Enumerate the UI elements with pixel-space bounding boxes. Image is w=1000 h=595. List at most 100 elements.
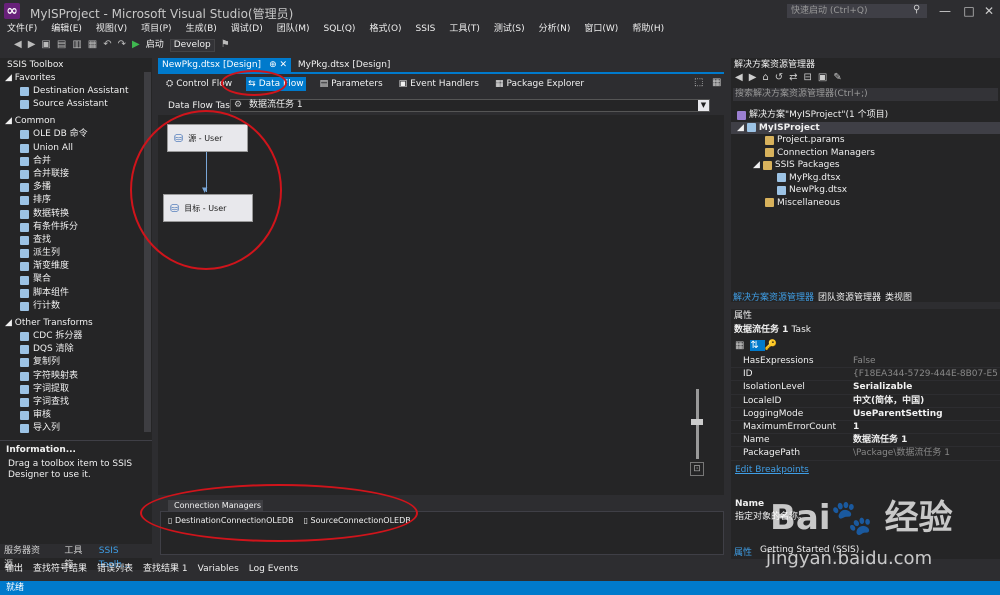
back-icon[interactable]: ◀ xyxy=(14,37,22,53)
quick-launch-input[interactable]: 快速启动 (Ctrl+Q) xyxy=(787,4,927,18)
property-row[interactable]: ID {F18EA344-5729-444E-8B07-E5 xyxy=(731,368,1000,382)
tree-miscellaneous[interactable]: Miscellaneous xyxy=(731,197,1000,210)
toolbox-item[interactable]: 有条件拆分 xyxy=(0,221,152,234)
connection-managers-tab[interactable]: Connection Managers xyxy=(168,500,263,511)
tab-error-list[interactable]: 错误列表 xyxy=(92,562,138,576)
toolbox-item[interactable]: 审核 xyxy=(0,409,152,422)
menu-window[interactable]: 窗口(W) xyxy=(577,22,625,36)
toolbox-item[interactable]: 数据转换 xyxy=(0,208,152,221)
menu-analyze[interactable]: 分析(N) xyxy=(532,22,578,36)
close-button[interactable]: ✕ xyxy=(975,2,1000,20)
property-row[interactable]: MaximumErrorCount 1 xyxy=(731,420,1000,435)
toolbox-item[interactable]: Source Assistant xyxy=(0,98,152,111)
tab-data-flow[interactable]: ⇆ Data Flow xyxy=(246,76,306,91)
configuration-dropdown[interactable]: Develop xyxy=(169,38,215,52)
tab-properties[interactable]: 属性 xyxy=(731,545,752,558)
forward-icon[interactable]: ▶ xyxy=(28,37,36,53)
tab-control-flow[interactable]: ⛭ Control Flow xyxy=(164,77,234,91)
menu-debug[interactable]: 调试(D) xyxy=(224,22,270,36)
design-surface[interactable] xyxy=(158,115,724,495)
fit-view-icon[interactable]: ⊡ xyxy=(690,462,704,476)
toolbox-group-favorites[interactable]: ◢ Favorites xyxy=(0,72,152,85)
menu-test[interactable]: 测试(S) xyxy=(487,22,532,36)
toolbox-item[interactable]: CDC 拆分器 xyxy=(0,330,152,343)
toolbox-item[interactable]: 派生列 xyxy=(0,247,152,260)
menu-view[interactable]: 视图(V) xyxy=(89,22,134,36)
toolbox-item[interactable]: 排序 xyxy=(0,194,152,207)
tree-project-params[interactable]: Project.params xyxy=(731,134,1000,147)
tab-log-events[interactable]: Log Events xyxy=(244,562,303,576)
property-row[interactable]: LocaleID 中文(简体，中国) xyxy=(731,394,1000,408)
search-icon[interactable]: ⚲ xyxy=(913,4,920,15)
zoom-slider-thumb[interactable] xyxy=(691,419,703,425)
toolbox-item[interactable]: 多播 xyxy=(0,181,152,194)
sort-icon[interactable]: ⇅ xyxy=(750,340,765,351)
tab-output[interactable]: 输出 xyxy=(0,562,28,576)
tab-package-explorer[interactable]: ▦ Package Explorer xyxy=(493,77,586,91)
toolbar-extra-icon[interactable]: ⚑ xyxy=(221,37,230,53)
menu-tools[interactable]: 工具(T) xyxy=(442,22,487,36)
doc-tab-newpkg[interactable]: NewPkg.dtsx [Design] xyxy=(158,58,266,72)
tab-server-explorer[interactable]: 服务器资源... xyxy=(0,544,60,570)
zoom-icon[interactable]: ⬚ xyxy=(694,77,703,88)
menu-file[interactable]: 文件(F) xyxy=(0,22,44,36)
toolbox-group-other[interactable]: ◢ Other Transforms xyxy=(0,317,152,330)
save-all-icon[interactable]: ▦ xyxy=(88,37,97,53)
menu-edit[interactable]: 编辑(E) xyxy=(44,22,89,36)
properties-object-selector[interactable]: 数据流任务 1 Task xyxy=(731,323,1000,337)
tree-solution-root[interactable]: 解决方案"MyISProject"(1 个项目) xyxy=(731,109,1000,122)
tab-toolbox[interactable]: 工具箱 xyxy=(60,544,94,570)
toolbox-item[interactable]: OLE DB 命令 xyxy=(0,128,152,141)
tree-connection-managers[interactable]: Connection Managers xyxy=(731,147,1000,160)
properties-toolbar[interactable]: ▦⇅🔑 xyxy=(731,337,1000,355)
connection-item-destination[interactable]: ▯ DestinationConnectionOLEDB xyxy=(168,516,294,525)
start-icon[interactable]: ▶ xyxy=(132,37,140,53)
toolbox-item[interactable]: 复制列 xyxy=(0,356,152,369)
solution-toolbar-icons[interactable]: ◀▶⌂↺⇄⊟▣✎ xyxy=(731,72,1000,86)
toolbox-item[interactable]: 字符映射表 xyxy=(0,370,152,383)
undo-icon[interactable]: ↶ xyxy=(103,37,111,53)
source-node[interactable]: ⛁ 源 - User xyxy=(167,124,248,152)
chevron-down-icon[interactable]: ▼ xyxy=(698,100,709,111)
toolbox-item[interactable]: 导入列 xyxy=(0,422,152,435)
tab-find-results[interactable]: 查找结果 1 xyxy=(138,562,193,576)
tab-event-handlers[interactable]: ▣ Event Handlers xyxy=(397,77,481,91)
toolbox-item[interactable]: 行计数 xyxy=(0,300,152,313)
connection-item-source[interactable]: ▯ SourceConnectionOLEDB xyxy=(304,516,411,525)
menu-sql[interactable]: SQL(Q) xyxy=(317,22,363,36)
destination-node[interactable]: ⛁ 目标 - User xyxy=(163,194,253,222)
doc-tab-mypkg[interactable]: MyPkg.dtsx [Design] xyxy=(294,58,395,72)
toolbox-item[interactable]: 合并 xyxy=(0,155,152,168)
property-row[interactable]: Name 数据流任务 1 xyxy=(731,434,1000,448)
data-flow-task-select[interactable]: 数据流任务 1 xyxy=(230,99,710,112)
pin-icon[interactable]: ⊕ ✕ xyxy=(265,58,292,72)
toolbox-item[interactable]: 字词提取 xyxy=(0,383,152,396)
solution-search-input[interactable]: 搜索解决方案资源管理器(Ctrl+;) xyxy=(733,88,998,101)
toolbox-item[interactable]: 脚本组件 xyxy=(0,287,152,300)
edit-breakpoints-link[interactable]: Edit Breakpoints xyxy=(731,461,1000,479)
toolbox-item[interactable]: Destination Assistant xyxy=(0,85,152,98)
menu-ssis[interactable]: SSIS xyxy=(409,22,443,36)
toolbox-item[interactable]: DQS 清除 xyxy=(0,343,152,356)
menu-build[interactable]: 生成(B) xyxy=(179,22,224,36)
property-row[interactable]: PackagePath \Package\数据流任务 1 xyxy=(731,447,1000,461)
property-row[interactable]: HasExpressions False xyxy=(731,355,1000,369)
save-icon[interactable]: ▥ xyxy=(72,37,81,53)
tab-team-explorer[interactable]: 团队资源管理器 xyxy=(818,290,881,303)
tab-class-view[interactable]: 类视图 xyxy=(885,290,912,303)
tree-mypkg[interactable]: MyPkg.dtsx xyxy=(731,172,1000,185)
new-project-icon[interactable]: ▣ xyxy=(41,37,50,53)
toolbox-item[interactable]: 合并联接 xyxy=(0,168,152,181)
toolbox-item[interactable]: 渐变维度 xyxy=(0,260,152,273)
redo-icon[interactable]: ↷ xyxy=(118,37,126,53)
tab-find-symbol[interactable]: 查找符号结果 xyxy=(28,562,92,576)
tree-newpkg[interactable]: NewPkg.dtsx xyxy=(731,184,1000,197)
tab-solution-explorer[interactable]: 解决方案资源管理器 xyxy=(731,290,814,303)
toolbox-group-common[interactable]: ◢ Common xyxy=(0,115,152,128)
tree-project[interactable]: ◢ MyISProject xyxy=(731,121,1000,134)
menu-team[interactable]: 团队(M) xyxy=(270,22,317,36)
toolbox-item[interactable]: 查找 xyxy=(0,234,152,247)
tree-ssis-packages[interactable]: ◢ SSIS Packages xyxy=(731,159,1000,172)
tab-parameters[interactable]: ▤ Parameters xyxy=(318,77,385,91)
property-row[interactable]: LoggingMode UseParentSetting xyxy=(731,407,1000,421)
